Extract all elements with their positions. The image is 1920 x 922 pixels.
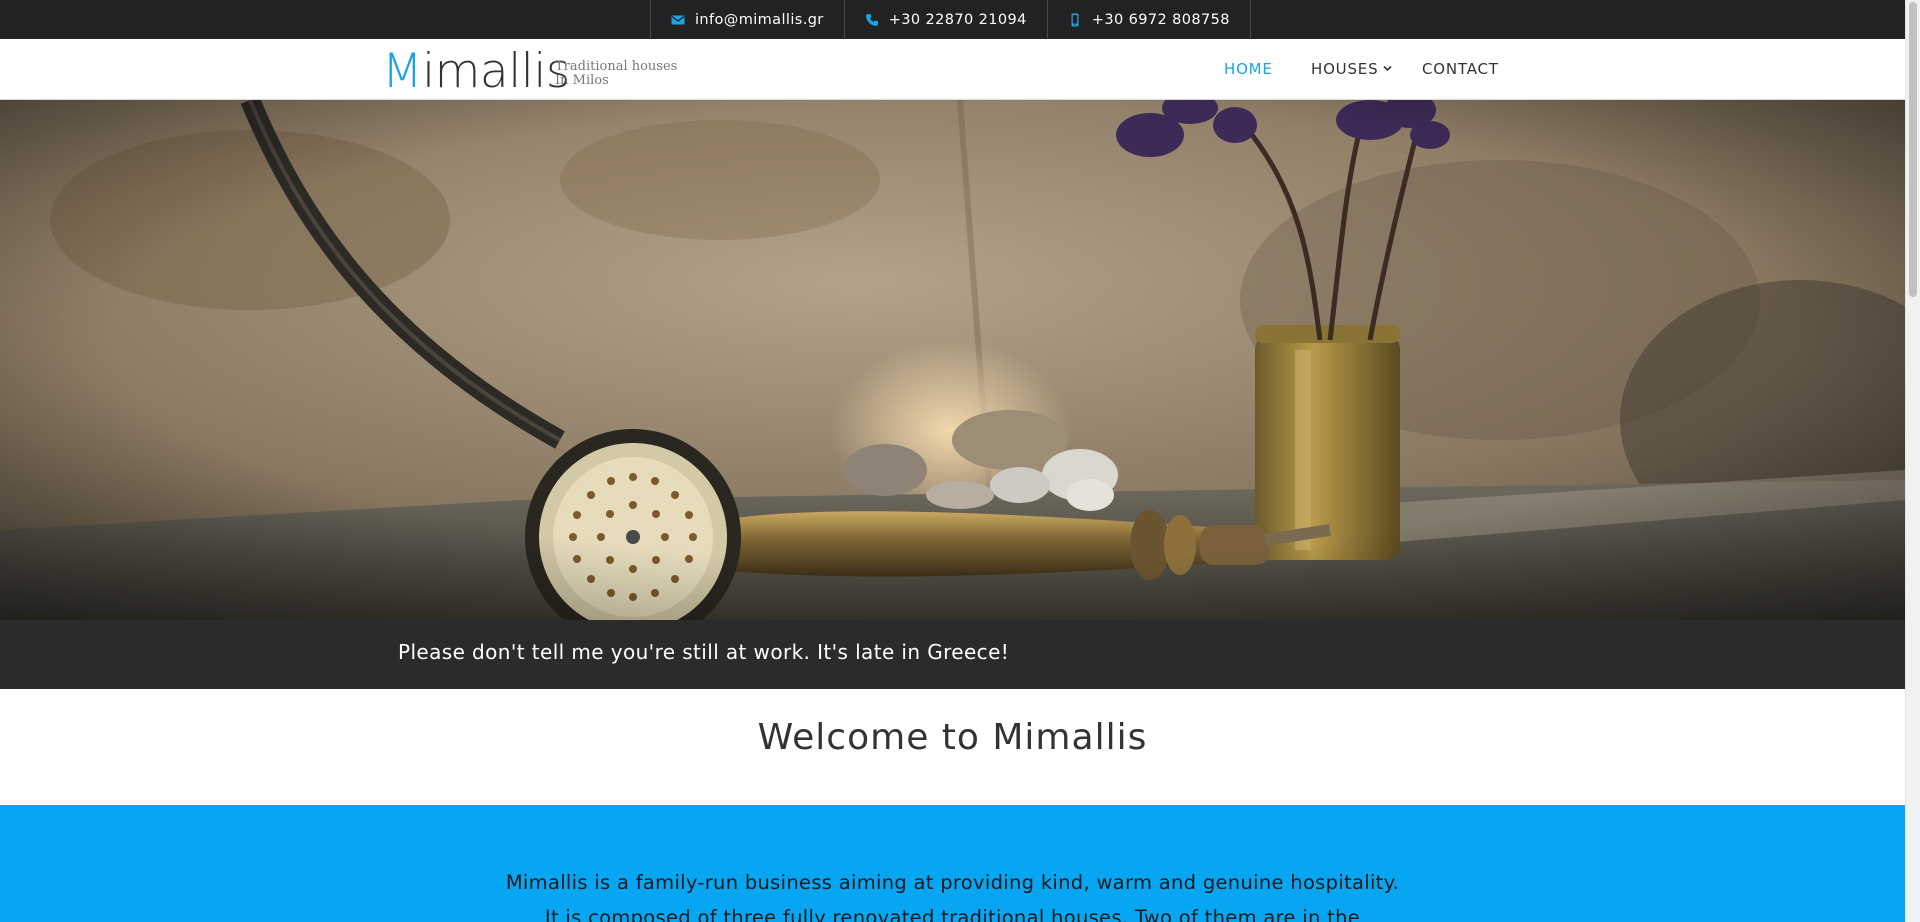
phone-text: +30 22870 21094: [888, 11, 1027, 28]
hero-image: [0, 100, 1905, 620]
quote-band: Please don't tell me you're still at wor…: [0, 620, 1905, 689]
tagline-line2: In Milos: [555, 73, 609, 88]
mobile-text: +30 6972 808758: [1091, 11, 1230, 28]
site-logo[interactable]: Mimallis: [382, 45, 570, 95]
logo-rest: imallis: [422, 44, 570, 99]
page-scrollbar[interactable]: [1905, 0, 1920, 922]
nav-houses-label: HOUSES: [1311, 60, 1379, 78]
chevron-down-icon: [1382, 60, 1393, 78]
quote-text: Please don't tell me you're still at wor…: [398, 640, 1010, 664]
contact-links: info@mimallis.gr +30 22870 21094 +30 697…: [650, 0, 1251, 39]
email-text: info@mimallis.gr: [695, 11, 824, 28]
nav-home[interactable]: HOME: [1224, 60, 1273, 78]
intro-line-1: Mimallis is a family-run business aiming…: [505, 871, 1400, 894]
scrollbar-thumb[interactable]: [1909, 2, 1917, 297]
nav-houses[interactable]: HOUSES: [1311, 60, 1393, 78]
logo-wordmark: Mimallis: [382, 48, 570, 95]
email-link[interactable]: info@mimallis.gr: [650, 0, 844, 39]
phone-icon: [865, 13, 879, 27]
mobile-link[interactable]: +30 6972 808758: [1046, 0, 1251, 39]
top-contact-bar: info@mimallis.gr +30 22870 21094 +30 697…: [0, 0, 1905, 39]
tagline-line1: Traditional houses: [555, 59, 678, 74]
nav-contact[interactable]: CONTACT: [1422, 60, 1499, 78]
logo-initial: M: [382, 44, 423, 99]
mobile-icon: [1068, 13, 1082, 27]
envelope-icon: [671, 13, 685, 27]
hero-photo-illustration: [0, 100, 1905, 620]
welcome-section: Welcome to Mimallis: [0, 689, 1905, 805]
intro-section: Mimallis is a family-run business aiming…: [0, 805, 1905, 922]
intro-line-2: It is composed of three fully renovated …: [544, 906, 1361, 922]
page: info@mimallis.gr +30 22870 21094 +30 697…: [0, 0, 1905, 922]
site-tagline: Traditional houses In Milos: [555, 60, 705, 88]
site-header: Mimallis Traditional houses In Milos HOM…: [0, 39, 1905, 100]
welcome-title: Welcome to Mimallis: [757, 717, 1148, 758]
phone-link[interactable]: +30 22870 21094: [843, 0, 1047, 39]
